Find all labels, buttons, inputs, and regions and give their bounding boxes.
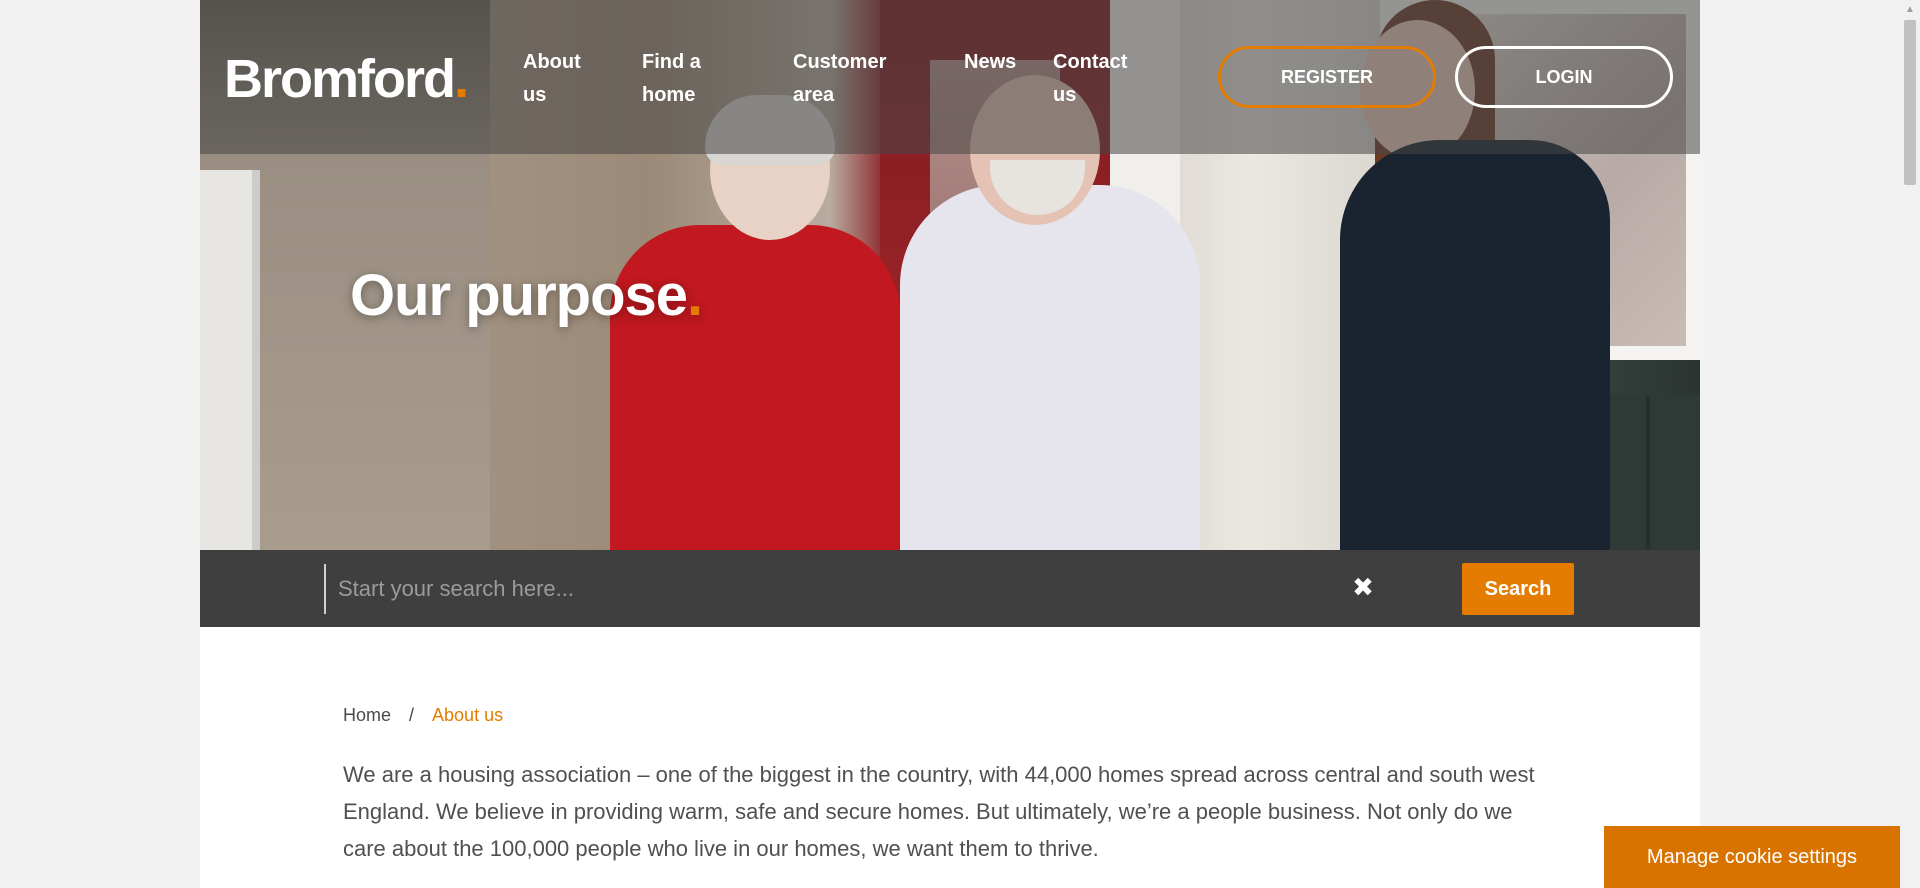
logo-dot: . [453,49,469,109]
page: Bromford. About us Find a home Customer … [200,0,1700,888]
hero-person-3 [1340,140,1610,550]
manage-cookie-settings-button[interactable]: Manage cookie settings [1604,826,1900,888]
nav-contact-us[interactable]: Contact us [1053,46,1143,112]
search-bar: ✖ Search [200,550,1700,627]
close-icon[interactable]: ✖ [1350,574,1376,600]
nav-about-us[interactable]: About us [523,46,603,112]
page-title: Our purpose. [350,262,703,329]
hero-person-2 [900,185,1200,550]
breadcrumb-current[interactable]: About us [432,705,503,725]
search-input[interactable] [324,564,1374,614]
nav-find-a-home[interactable]: Find a home [642,46,722,112]
hero-window-left [200,170,260,550]
nav-customer-area[interactable]: Customer area [793,46,903,112]
nav-news[interactable]: News [964,46,1034,79]
scrollbar-thumb[interactable] [1904,20,1916,185]
scrollbar[interactable]: ▲ [1900,0,1920,888]
login-button[interactable]: LOGIN [1455,46,1673,108]
bromford-logo[interactable]: Bromford. [224,48,469,110]
search-button[interactable]: Search [1462,563,1574,615]
hero-banner: Bromford. About us Find a home Customer … [200,0,1700,550]
page-title-text: Our purpose [350,263,688,328]
breadcrumb-separator: / [409,705,415,725]
breadcrumb-home[interactable]: Home [343,705,391,725]
logo-text: Bromford [224,49,456,109]
intro-paragraph: We are a housing association – one of th… [343,762,1535,861]
register-button[interactable]: REGISTER [1218,46,1436,108]
site-header: Bromford. About us Find a home Customer … [200,0,1700,154]
page-title-dot: . [687,263,703,328]
breadcrumb: Home / About us [343,705,503,726]
scroll-up-arrow-icon[interactable]: ▲ [1900,0,1920,20]
